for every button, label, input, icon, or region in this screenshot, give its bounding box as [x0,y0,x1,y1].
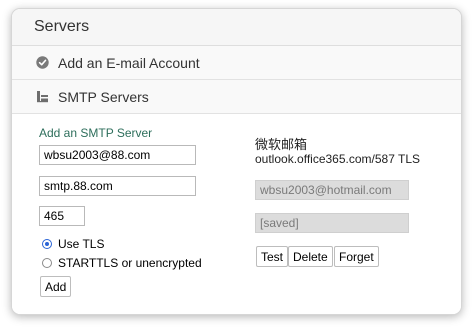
saved-server-address: outlook.office365.com/587 TLS [255,152,420,166]
smtp-port-input[interactable] [39,206,85,226]
use-tls-radio[interactable] [42,239,52,249]
panel-title: Servers [34,18,90,35]
saved-username-field [255,180,409,200]
smtp-servers-label: SMTP Servers [58,88,149,105]
use-tls-label: Use TLS [58,237,105,251]
smtp-servers-row[interactable]: SMTP Servers [12,80,461,114]
starttls-radio[interactable] [42,258,52,268]
add-email-account-row[interactable]: Add an E-mail Account [12,46,461,80]
add-smtp-server-title: Add an SMTP Server [39,126,153,140]
add-button[interactable]: Add [40,276,72,297]
server-doc-icon [36,90,49,103]
smtp-content: Add an SMTP Server Use TLS STARTTLS or u… [12,114,461,314]
starttls-label: STARTTLS or unencrypted [58,256,202,270]
forget-button[interactable]: Forget [334,246,379,267]
check-circle-icon [36,56,49,69]
smtp-username-input[interactable] [39,145,196,165]
saved-password-field [255,213,409,233]
panel-header: Servers [12,9,461,46]
delete-button[interactable]: Delete [288,246,333,267]
smtp-host-input[interactable] [39,176,196,196]
add-email-account-label: Add an E-mail Account [58,54,200,71]
use-tls-option[interactable]: Use TLS [42,237,104,251]
starttls-option[interactable]: STARTTLS or unencrypted [42,256,202,270]
test-button[interactable]: Test [256,246,289,267]
saved-server-name: 微软邮箱 [255,137,308,152]
servers-panel: Servers Add an E-mail Account SMTP Serve… [11,8,462,315]
